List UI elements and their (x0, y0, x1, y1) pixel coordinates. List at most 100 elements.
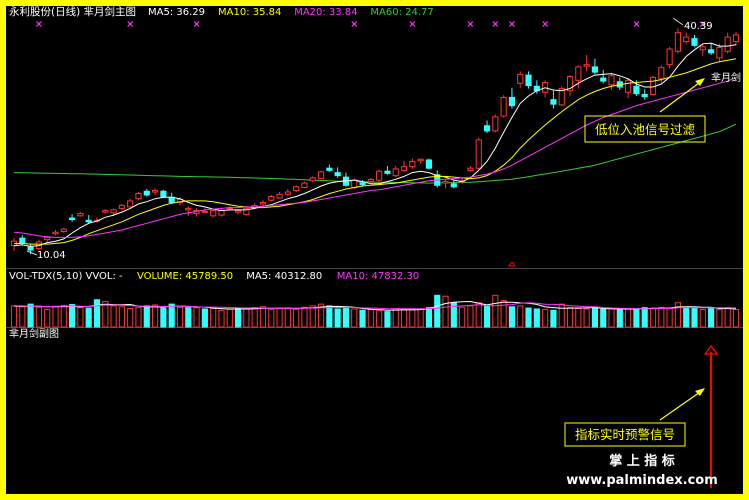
volume-bar-29 (251, 307, 258, 328)
candle-36 (309, 176, 316, 183)
candle-84 (708, 43, 715, 55)
candle-body (708, 49, 715, 54)
volume-bar-43 (367, 308, 374, 328)
candle-body (392, 168, 399, 177)
volume-bar-5 (52, 305, 59, 328)
volume-bar-0 (10, 305, 18, 328)
volume-bar-68 (575, 308, 582, 328)
top-cross-marker (409, 21, 416, 27)
volume-bar-12 (110, 305, 117, 328)
watermark-title: 掌 上 指 标 (609, 453, 675, 469)
candle-32 (276, 192, 283, 199)
candle-body (608, 75, 615, 86)
signal-annotation: 指标实时预警信号 (564, 388, 705, 447)
candle-40 (342, 172, 350, 187)
volume-bar-62 (525, 307, 532, 328)
volume-bar-48 (409, 308, 416, 328)
candle-72 (608, 72, 615, 90)
candle-16 (143, 189, 150, 197)
candle-body (102, 210, 109, 213)
candle-body (135, 192, 142, 200)
volume-bar-58 (492, 294, 499, 328)
candle-body (201, 210, 208, 213)
candle-8 (77, 212, 84, 217)
candle-body (85, 219, 92, 223)
candle-79 (666, 46, 673, 69)
candle-body (450, 183, 457, 188)
legend-ma20: MA20: 33.84 (294, 7, 357, 18)
watermark-url: www.palmindex.com (566, 473, 718, 488)
candle-62 (525, 71, 532, 89)
signal-panel-title: 芈月剑副图 (9, 327, 59, 340)
volume-bar-45 (384, 311, 391, 328)
volume-bar-18 (160, 307, 167, 328)
volume-bar-38 (326, 305, 333, 328)
volume-bar-8 (77, 307, 84, 328)
volume-bar-1 (19, 306, 26, 328)
candle-9 (85, 215, 92, 224)
candle-body (27, 246, 34, 251)
volume-bar-54 (459, 306, 466, 328)
volume-bar-15 (135, 307, 142, 328)
candle-80 (674, 28, 681, 54)
candle-body (367, 178, 374, 183)
candle-77 (649, 75, 657, 96)
volume-bar-63 (533, 308, 540, 328)
candle-69 (583, 54, 590, 72)
signal-marks-layer (35, 21, 706, 267)
candle-body (583, 64, 590, 67)
candle-61 (517, 71, 524, 88)
candle-body (77, 213, 84, 217)
volume-bar-69 (583, 308, 590, 328)
candle-37 (317, 170, 325, 180)
candle-60 (508, 87, 516, 109)
volume-bar-3 (35, 306, 42, 328)
candle-body (483, 125, 491, 132)
volume-bar-83 (699, 308, 706, 328)
volume-bar-84 (708, 308, 715, 328)
volume-bar-64 (542, 308, 549, 328)
volume-bar-78 (658, 307, 665, 328)
volume-bar-79 (666, 308, 673, 328)
top-cross-marker (542, 21, 549, 27)
candle-5 (52, 229, 59, 236)
candle-body (160, 190, 167, 197)
volume-bar-24 (210, 308, 217, 328)
price-ma20-line (13, 76, 737, 238)
candle-body (475, 139, 482, 169)
candle-51 (434, 170, 441, 188)
candle-body (276, 193, 283, 199)
candle-13 (118, 203, 125, 211)
candle-body (185, 207, 192, 211)
candle-body (732, 34, 740, 43)
candle-body (658, 67, 665, 80)
volume-bar-70 (591, 307, 598, 328)
candle-body (317, 171, 325, 180)
volume-bar-9 (85, 307, 92, 328)
candle-body (234, 210, 242, 213)
candle-33 (284, 189, 291, 196)
volume-bar-17 (152, 304, 159, 328)
candle-21 (185, 206, 192, 216)
volume-bar-65 (550, 309, 557, 328)
candle-body (724, 36, 731, 52)
candle-body (409, 160, 416, 168)
candle-body (517, 73, 524, 84)
candle-body (425, 159, 433, 169)
volume-bar-75 (633, 308, 640, 328)
signal-arrow (703, 344, 719, 488)
volume-bar-20 (176, 306, 184, 328)
candle-39 (334, 167, 341, 178)
volume-legend-volume: VOLUME: 45789.50 (137, 271, 233, 282)
volume-bar-56 (475, 302, 482, 328)
volume-bar-49 (417, 308, 424, 328)
volume-bar-74 (625, 308, 632, 328)
candle-body (309, 177, 316, 182)
candle-57 (483, 120, 491, 134)
volume-bar-27 (234, 307, 242, 328)
candle-body (359, 182, 366, 186)
volume-bar-85 (716, 308, 723, 328)
volume-bar-30 (259, 306, 267, 328)
candle-body (351, 179, 358, 189)
candle-body (550, 99, 557, 105)
